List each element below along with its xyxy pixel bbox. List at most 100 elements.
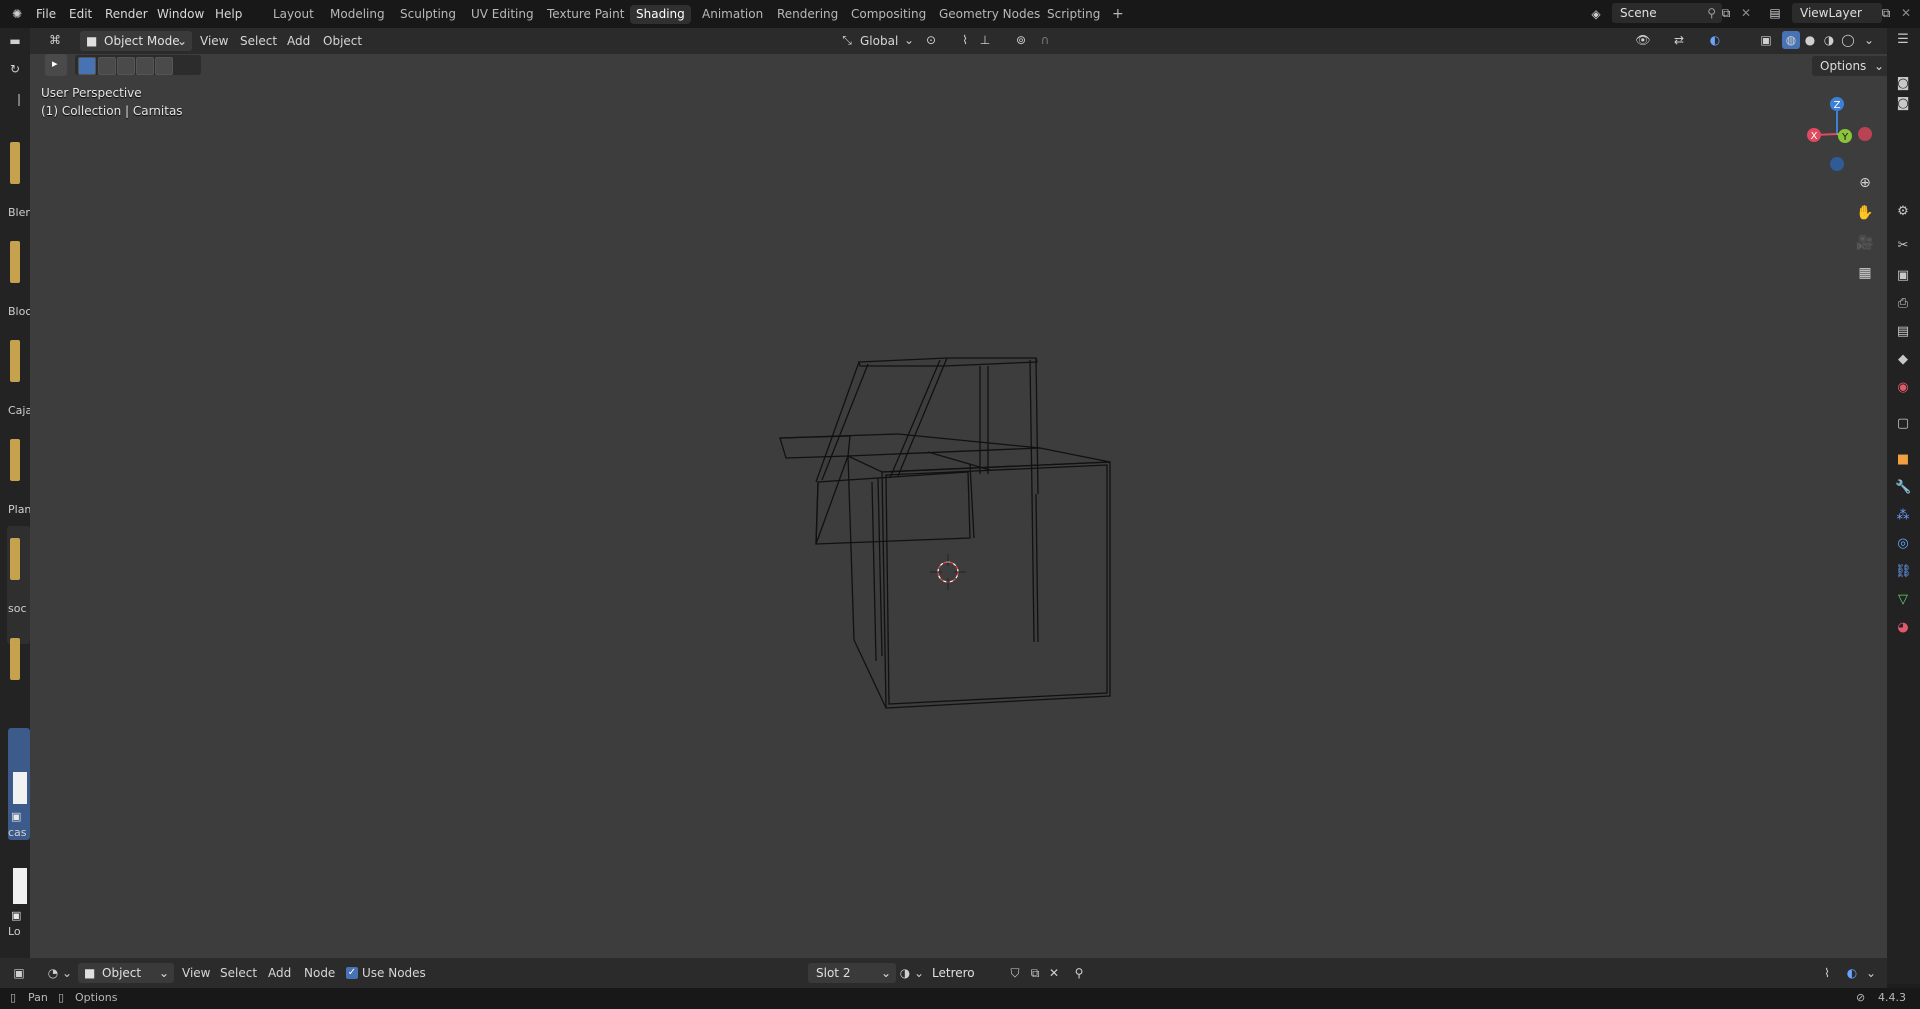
falloff-icon[interactable]: ∩ [1036, 31, 1054, 49]
scene-properties-icon[interactable]: ◆ [1895, 352, 1911, 368]
solid-shading-icon[interactable]: ● [1801, 31, 1819, 49]
object-menu[interactable]: Object [317, 31, 368, 51]
add-workspace-button[interactable]: + [1106, 5, 1130, 24]
select-tool-icon[interactable]: ▸ [45, 54, 67, 76]
tab-scripting[interactable]: Scripting [1041, 5, 1106, 24]
tab-rendering[interactable]: Rendering [771, 5, 844, 24]
select-extend-icon[interactable] [98, 57, 116, 75]
modifier-properties-icon[interactable]: 🔧 [1895, 480, 1911, 496]
navigation-gizmo[interactable]: Z X Y [1792, 84, 1872, 174]
unlink-material-icon[interactable]: ✕ [1045, 964, 1063, 982]
xray-icon[interactable]: ▣ [1757, 31, 1775, 49]
world-properties-icon[interactable]: ◉ [1895, 380, 1911, 396]
refresh-icon[interactable]: ↻ [6, 60, 24, 78]
select-menu[interactable]: Select [214, 963, 263, 983]
menu-edit[interactable]: Edit [64, 5, 97, 23]
tool-icon[interactable]: ✂ [1895, 238, 1911, 254]
view-menu[interactable]: View [176, 963, 216, 983]
select-subtract-icon[interactable] [117, 57, 135, 75]
constraints-properties-icon[interactable]: ⛓ [1895, 564, 1912, 580]
select-menu[interactable]: Select [234, 31, 283, 51]
output-properties-icon[interactable]: ⎙ [1895, 296, 1911, 312]
tool-settings-icon[interactable]: ⚙ [1895, 204, 1911, 220]
delete-view-layer-icon[interactable]: ✕ [1897, 4, 1915, 22]
select-invert-icon[interactable] [136, 57, 154, 75]
editor-type-icon[interactable]: ▣ [10, 964, 28, 982]
node-menu[interactable]: Node [298, 963, 341, 983]
overlays-icon[interactable]: ◐ [1706, 31, 1724, 49]
options-dropdown[interactable]: Options ⌄ [1812, 56, 1890, 76]
view-layer-properties-icon[interactable]: ▤ [1895, 324, 1911, 340]
chevron-down-icon[interactable]: ⌄ [900, 31, 918, 49]
chevron-down-icon[interactable]: ⌄ [58, 964, 76, 982]
tab-animation[interactable]: Animation [696, 5, 769, 24]
editor-type-icon[interactable]: ⌘ [46, 31, 64, 49]
slot-dropdown[interactable]: Slot 2 ⌄ [808, 963, 896, 983]
add-menu[interactable]: Add [262, 963, 297, 983]
wireframe-model[interactable] [730, 354, 1130, 774]
duplicate-material-icon[interactable]: ⧉ [1026, 964, 1044, 982]
tab-geometry-nodes[interactable]: Geometry Nodes [933, 5, 1046, 24]
view-layer-selector[interactable]: ViewLayer [1792, 3, 1882, 23]
mode-dropdown[interactable]: ■ Object Mode ⌄ [80, 31, 192, 51]
physics-properties-icon[interactable]: ◎ [1895, 536, 1911, 552]
tab-texture-paint[interactable]: Texture Paint [541, 5, 630, 24]
render-camera-icon[interactable]: ◙ [1895, 96, 1911, 112]
asset-thumbnail[interactable] [10, 241, 20, 283]
scene-selector[interactable]: Scene ⚲ [1612, 3, 1722, 23]
asset-thumbnail[interactable] [10, 638, 20, 680]
view-menu[interactable]: View [194, 31, 234, 51]
collection-properties-icon[interactable]: ▢ [1895, 416, 1911, 432]
snap-icon[interactable]: ⌇ [956, 31, 974, 49]
camera-view-icon[interactable]: 🎥 [1854, 232, 1876, 254]
snap-icon[interactable]: ⌇ [1818, 964, 1836, 982]
object-properties-icon[interactable]: ■ [1895, 452, 1911, 468]
chevron-down-icon[interactable]: ⌄ [1862, 964, 1880, 982]
material-properties-icon[interactable]: ◕ [1895, 620, 1911, 636]
asset-thumbnail[interactable] [10, 538, 20, 580]
proportional-edit-icon[interactable]: ⊚ [1012, 31, 1030, 49]
3d-viewport[interactable]: ▸ User Perspective (1) Collection | Carn… [30, 54, 1890, 958]
add-menu[interactable]: Add [281, 31, 316, 51]
blender-logo-icon[interactable]: ✺ [8, 5, 26, 23]
render-properties-icon[interactable]: ▣ [1895, 268, 1911, 284]
scene-icon[interactable]: ◈ [1587, 5, 1605, 23]
tab-sculpting[interactable]: Sculpting [394, 5, 462, 24]
menu-help[interactable]: Help [210, 5, 247, 23]
particles-properties-icon[interactable]: ⁂ [1895, 508, 1911, 524]
data-properties-icon[interactable]: ▽ [1895, 592, 1911, 608]
image-thumbnail[interactable] [13, 868, 27, 904]
object-type-dropdown[interactable]: ■ Object ⌄ [78, 963, 174, 983]
outliner-icon[interactable]: ☰ [1895, 32, 1911, 48]
asset-thumbnail[interactable] [10, 142, 20, 184]
visibility-icon[interactable]: 👁 [1634, 31, 1652, 49]
new-view-layer-icon[interactable]: ⧉ [1877, 4, 1895, 22]
new-scene-icon[interactable]: ⧉ [1717, 4, 1735, 22]
pan-hand-icon[interactable]: ✋ [1854, 202, 1876, 224]
tab-compositing[interactable]: Compositing [845, 5, 932, 24]
perspective-toggle-icon[interactable]: ▦ [1854, 262, 1876, 284]
material-name-field[interactable]: Letrero [926, 963, 1010, 983]
view-layer-icon[interactable]: ▤ [1766, 4, 1784, 22]
fake-user-shield-icon[interactable]: ⛉ [1006, 964, 1024, 982]
orientation-dropdown[interactable]: Global [854, 31, 904, 51]
asset-thumbnail[interactable] [10, 340, 20, 382]
chevron-down-icon[interactable]: ⌄ [1860, 31, 1878, 49]
pivot-icon[interactable]: ⊙ [922, 31, 940, 49]
menu-render[interactable]: Render [100, 5, 153, 23]
pin-icon[interactable]: ⚲ [1070, 964, 1088, 982]
folder-icon[interactable]: ▬ [6, 32, 24, 50]
zoom-icon[interactable]: ⊕ [1854, 172, 1876, 194]
delete-scene-icon[interactable]: ✕ [1737, 4, 1755, 22]
render-camera-icon[interactable]: ◙ [1895, 76, 1911, 92]
menu-file[interactable]: File [31, 5, 61, 23]
tab-layout[interactable]: Layout [267, 5, 320, 24]
select-intersect-icon[interactable] [155, 57, 173, 75]
rendered-shading-icon[interactable]: ◯ [1839, 31, 1857, 49]
gizmo-icon[interactable]: ⇄ [1670, 31, 1688, 49]
snap-target-icon[interactable]: ⊥ [976, 31, 994, 49]
tab-modeling[interactable]: Modeling [324, 5, 391, 24]
menu-window[interactable]: Window [152, 5, 209, 23]
collapse-icon[interactable]: ❘ [10, 90, 28, 108]
select-new-icon[interactable] [78, 57, 96, 75]
